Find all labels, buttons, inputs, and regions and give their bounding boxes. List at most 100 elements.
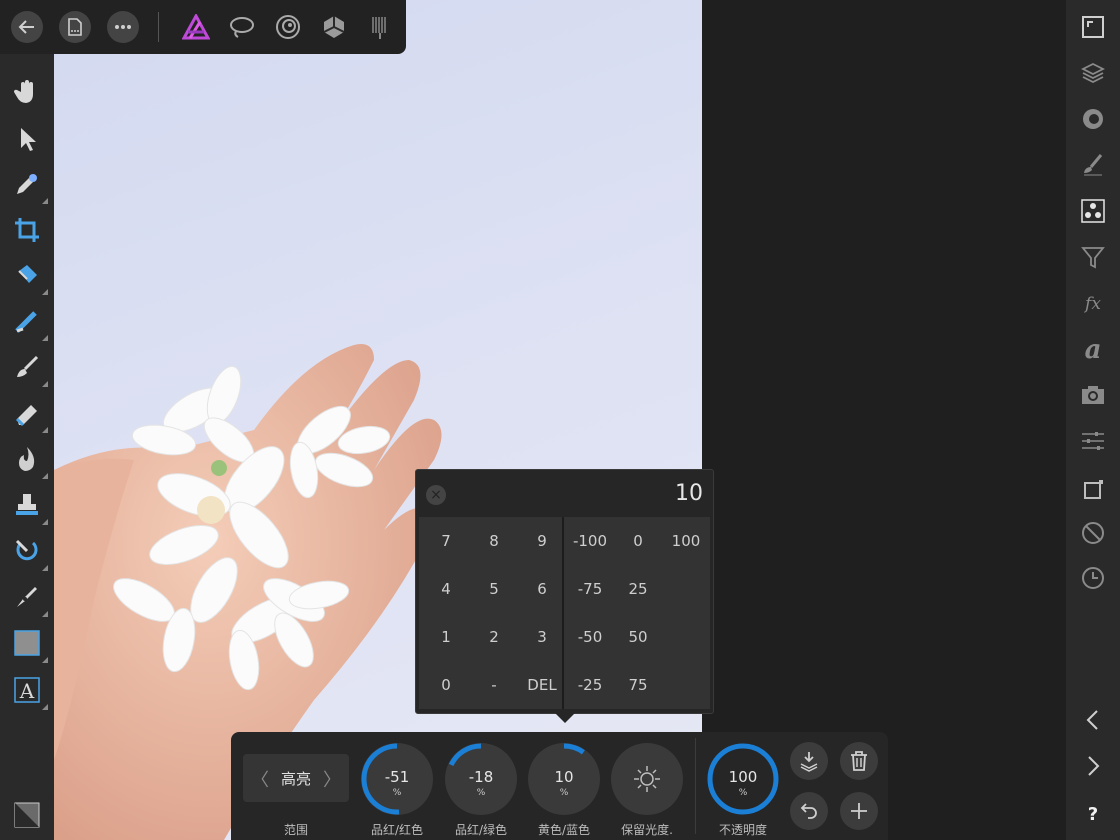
chevron-right-icon[interactable]: 〉 (323, 766, 341, 792)
keypad-value: 10 (675, 481, 703, 506)
color-picker-icon[interactable] (11, 168, 48, 204)
navigator-icon[interactable] (1079, 13, 1107, 41)
text-styles-icon[interactable]: a (1079, 335, 1107, 363)
opacity-knob[interactable]: 100 % (707, 743, 779, 815)
history-block-icon[interactable] (1079, 519, 1107, 547)
back-arrow-icon[interactable] (11, 11, 43, 43)
document-canvas[interactable] (54, 0, 702, 840)
more-icon[interactable] (107, 11, 139, 43)
key-5[interactable]: 5 (470, 565, 518, 613)
keypad-grid: 7 8 9 4 5 6 1 2 3 0 - DEL -100 0 100 -75… (419, 517, 710, 709)
channels-icon[interactable] (1079, 105, 1107, 133)
move-icon[interactable] (11, 123, 43, 155)
svg-text:?: ? (1088, 804, 1098, 824)
magenta-red-label: 品红/红色 (370, 823, 424, 837)
burn-icon[interactable] (11, 443, 48, 479)
rectangle-icon[interactable] (11, 627, 48, 663)
eraser-icon[interactable] (11, 397, 48, 433)
preset-50[interactable]: 50 (614, 613, 662, 661)
filters-icon[interactable] (1079, 243, 1107, 271)
brushes-icon[interactable] (1079, 151, 1107, 179)
tools-panel: A (0, 54, 54, 840)
inpainting-icon[interactable] (11, 535, 48, 571)
undo-icon (800, 803, 817, 819)
opacity-label: 不透明度 (718, 823, 767, 837)
key-3[interactable]: 3 (518, 613, 566, 661)
preset-minus-75[interactable]: -75 (566, 565, 614, 613)
preset-0[interactable]: 0 (614, 517, 662, 565)
preset-minus-25[interactable]: -25 (566, 661, 614, 709)
selection-brush-icon[interactable] (11, 305, 48, 341)
preset-minus-100[interactable]: -100 (566, 517, 614, 565)
flood-fill-icon[interactable] (11, 259, 48, 295)
magenta-green-knob[interactable]: -18 % (445, 743, 517, 815)
collapse-right-icon[interactable] (1079, 752, 1107, 780)
clear-icon[interactable]: × (426, 485, 446, 505)
knob-value: -51 (384, 768, 410, 786)
numeric-keypad-popover: × 10 7 8 9 4 5 6 1 2 3 0 - DEL -100 0 10… (415, 469, 714, 714)
key-9[interactable]: 9 (518, 517, 566, 565)
magenta-red-knob[interactable]: -51 % (361, 743, 433, 815)
hand-icon[interactable] (11, 76, 43, 108)
magenta-green-label: 品红/绿色 (454, 823, 508, 837)
snapshot-icon[interactable] (1079, 381, 1107, 409)
knob-value: 10 (554, 768, 574, 786)
history-icon[interactable] (1079, 564, 1107, 592)
yellow-blue-knob[interactable]: 10 % (528, 743, 600, 815)
liquify-persona-icon[interactable] (227, 12, 257, 42)
knob-value: -18 (468, 768, 494, 786)
add-button[interactable] (840, 792, 878, 830)
help-icon[interactable]: ? (1079, 798, 1107, 826)
key-6[interactable]: 6 (518, 565, 566, 613)
reset-button[interactable] (790, 792, 828, 830)
knob-unit: % (559, 788, 569, 798)
svg-text:A: A (19, 679, 35, 703)
range-selector[interactable]: 〈 高亮 〉 (243, 754, 349, 802)
preserve-luminosity-toggle[interactable] (611, 743, 683, 815)
delete-button[interactable] (840, 742, 878, 780)
collapse-left-icon[interactable] (1079, 706, 1107, 734)
preset-100[interactable]: 100 (662, 517, 710, 565)
preset-75[interactable]: 75 (614, 661, 662, 709)
yellow-blue-label: 黄色/蓝色 (537, 823, 591, 837)
transform-icon[interactable] (1079, 476, 1107, 504)
pasteboard (702, 0, 1066, 840)
document-icon[interactable] (59, 11, 91, 43)
properties-icon[interactable] (1079, 427, 1107, 455)
preserve-luminosity-label: 保留光度. (621, 823, 673, 837)
keypad-divider (562, 517, 564, 709)
keypad-display: × 10 (416, 470, 713, 516)
paint-brush-icon[interactable] (11, 351, 48, 387)
knob-unit: % (476, 788, 486, 798)
key-minus[interactable]: - (470, 661, 518, 709)
svg-text:fx: fx (1083, 294, 1101, 314)
export-persona-icon[interactable] (365, 12, 395, 42)
key-8[interactable]: 8 (470, 517, 518, 565)
key-0[interactable]: 0 (422, 661, 470, 709)
preset-25[interactable]: 25 (614, 565, 662, 613)
merge-down-button[interactable] (790, 742, 828, 780)
layers-icon[interactable] (1079, 59, 1107, 87)
fx-icon[interactable]: fx (1079, 289, 1107, 317)
develop-persona-icon[interactable] (273, 12, 303, 42)
pen-icon[interactable] (11, 581, 48, 617)
clone-icon[interactable] (11, 489, 48, 525)
brightness-icon (611, 743, 683, 815)
key-delete[interactable]: DEL (518, 661, 566, 709)
color-swatch-icon[interactable] (11, 799, 43, 831)
photo-persona-icon[interactable] (181, 12, 211, 42)
top-toolbar (0, 0, 406, 54)
knob-unit: % (738, 788, 748, 798)
key-4[interactable]: 4 (422, 565, 470, 613)
text-icon[interactable]: A (11, 674, 48, 710)
key-7[interactable]: 7 (422, 517, 470, 565)
key-1[interactable]: 1 (422, 613, 470, 661)
photo-hand-flowers (54, 344, 442, 840)
key-2[interactable]: 2 (470, 613, 518, 661)
adjustments-icon[interactable] (1079, 197, 1107, 225)
merge-down-icon (800, 752, 818, 772)
crop-icon[interactable] (11, 214, 43, 246)
tone-mapping-persona-icon[interactable] (319, 12, 349, 42)
range-label: 范围 (283, 823, 308, 837)
preset-minus-50[interactable]: -50 (566, 613, 614, 661)
